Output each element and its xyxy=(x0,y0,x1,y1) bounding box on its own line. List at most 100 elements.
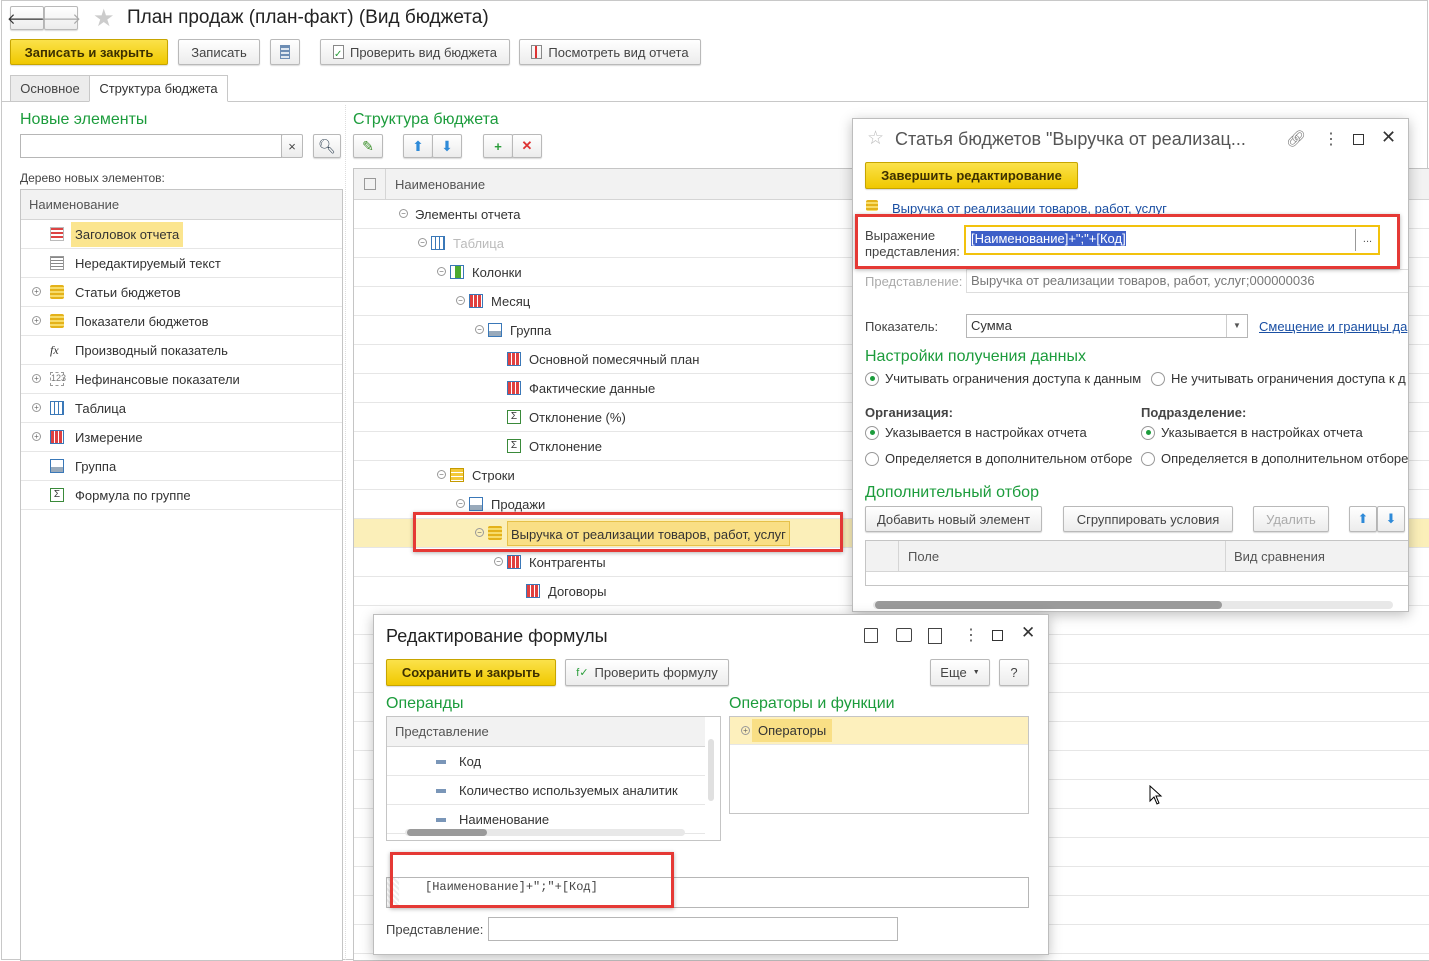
expand-icon[interactable]: + xyxy=(32,287,41,296)
collapse-icon[interactable]: − xyxy=(437,470,446,479)
scrollbar-thumb[interactable] xyxy=(875,601,1222,609)
expand-icon[interactable]: + xyxy=(32,374,41,383)
tree-item-label: Контрагенты xyxy=(529,555,606,570)
link-icon[interactable]: 🔗︎ xyxy=(1286,129,1306,149)
radio-dep-report-settings[interactable]: Указывается в настройках отчета xyxy=(1141,425,1363,440)
radio-dep-extra-filter[interactable]: Определяется в дополнительном отборе xyxy=(1141,451,1408,466)
add-element-button[interactable]: + xyxy=(483,134,513,158)
scrollbar-thumb[interactable] xyxy=(407,829,487,836)
tree-row[interactable]: Заголовок отчета xyxy=(21,220,342,249)
close-icon[interactable]: ✕ xyxy=(1021,623,1035,643)
chevron-down-icon: ▼ xyxy=(972,669,980,676)
back-button[interactable]: 🡐 xyxy=(7,6,47,30)
edit-button[interactable]: ✎ xyxy=(353,134,383,158)
collapse-icon[interactable]: − xyxy=(475,325,484,334)
clear-search-button[interactable]: × xyxy=(281,134,303,158)
collapse-icon[interactable]: − xyxy=(418,238,427,247)
grid-icon xyxy=(507,555,521,569)
tab-budget-structure[interactable]: Структура бюджета xyxy=(89,75,228,102)
add-new-element-button[interactable]: Добавить новый элемент xyxy=(865,506,1042,532)
filter-icon[interactable] xyxy=(354,169,386,199)
highlight-formula xyxy=(390,852,674,908)
expand-icon[interactable]: + xyxy=(32,403,41,412)
tree-row[interactable]: + Таблица xyxy=(21,394,342,423)
close-icon[interactable]: ✕ xyxy=(1381,127,1396,148)
representation-input[interactable] xyxy=(488,917,898,941)
favorite-star-icon[interactable]: ☆ xyxy=(867,127,884,150)
forward-button[interactable]: 🡒 xyxy=(40,6,82,30)
save-icon[interactable] xyxy=(864,628,878,643)
collapse-icon[interactable]: − xyxy=(494,557,503,566)
tree-row[interactable]: Σ Формула по группе xyxy=(21,481,342,510)
department-label: Подразделение: xyxy=(1141,405,1247,420)
move-down-button[interactable]: ⬇ xyxy=(432,134,462,158)
expand-icon[interactable]: + xyxy=(741,726,750,735)
number-icon: 123 xyxy=(50,372,66,386)
radio-ignore-access[interactable]: Не учитывать ограничения доступа к д xyxy=(1151,371,1406,386)
collapse-icon[interactable]: − xyxy=(399,209,408,218)
tree-row[interactable]: + Показатели бюджетов xyxy=(21,307,342,336)
radio-label: Учитывать ограничения доступа к данным xyxy=(885,371,1142,386)
grid-icon xyxy=(469,294,483,308)
delete-button[interactable]: Удалить xyxy=(1253,506,1329,532)
delete-element-button[interactable]: ✕ xyxy=(512,134,542,158)
arrow-right-icon: 🡒 xyxy=(40,10,82,28)
expand-icon[interactable]: + xyxy=(32,316,41,325)
view-report-button[interactable]: Посмотреть вид отчета xyxy=(519,39,701,65)
preview-icon[interactable] xyxy=(928,628,942,644)
column-header-name[interactable]: Наименование xyxy=(21,190,342,220)
operand-row[interactable]: Код xyxy=(387,747,705,776)
column-header-field[interactable]: Поле xyxy=(899,549,1225,564)
tree-row[interactable]: + Измерение xyxy=(21,423,342,452)
group-conditions-button[interactable]: Сгруппировать условия xyxy=(1063,506,1233,532)
splitter[interactable] xyxy=(345,105,346,960)
finish-editing-button[interactable]: Завершить редактирование xyxy=(865,162,1078,189)
column-header-comparison[interactable]: Вид сравнения xyxy=(1225,541,1325,571)
fx-icon: fx xyxy=(50,343,59,357)
collapse-icon[interactable]: − xyxy=(456,296,465,305)
save-button[interactable]: Записать xyxy=(178,39,260,65)
search-input[interactable] xyxy=(20,134,282,158)
save-and-close-button[interactable]: Записать и закрыть xyxy=(10,39,168,65)
move-down-button[interactable]: ⬇ xyxy=(1377,506,1405,532)
tree-row[interactable]: fx Производный показатель xyxy=(21,336,342,365)
more-menu-icon[interactable]: ⋮ xyxy=(963,625,979,645)
tab-main[interactable]: Основное xyxy=(10,75,90,102)
collapse-icon[interactable]: − xyxy=(437,267,446,276)
move-up-button[interactable]: ⬆ xyxy=(403,134,433,158)
check-formula-button[interactable]: f✓ Проверить формулу xyxy=(565,659,729,686)
maximize-icon[interactable] xyxy=(1353,134,1364,145)
tree-item-label: Операторы xyxy=(752,719,833,742)
radio-respect-access[interactable]: Учитывать ограничения доступа к данным xyxy=(865,371,1141,386)
indicator-select[interactable]: Сумма xyxy=(966,314,1248,338)
tree-row[interactable]: Группа xyxy=(21,452,342,481)
chevron-down-icon[interactable]: ▼ xyxy=(1226,315,1247,337)
save-and-close-button[interactable]: Сохранить и закрыть xyxy=(386,659,556,686)
move-up-button[interactable]: ⬆ xyxy=(1349,506,1377,532)
search-button[interactable]: 🔍︎ xyxy=(313,134,341,158)
more-menu-icon[interactable]: ⋮ xyxy=(1323,129,1339,149)
tree-row[interactable]: Нередактируемый текст xyxy=(21,249,342,278)
tree-row[interactable]: + Операторы xyxy=(730,717,1028,745)
print-icon[interactable] xyxy=(896,628,912,642)
favorite-star-icon[interactable]: ★ xyxy=(93,4,115,33)
tree-item-label: Нередактируемый текст xyxy=(75,256,221,271)
column-header-representation[interactable]: Представление xyxy=(387,717,705,747)
vertical-scrollbar[interactable] xyxy=(708,739,714,801)
expand-icon[interactable]: + xyxy=(32,432,41,441)
search-icon: 🔍︎ xyxy=(318,137,336,154)
list-button[interactable] xyxy=(270,39,300,65)
tree-row[interactable]: +123 Нефинансовые показатели xyxy=(21,365,342,394)
column-header-name[interactable]: Наименование xyxy=(386,177,485,192)
offset-bounds-link[interactable]: Смещение и границы да xyxy=(1259,319,1407,334)
operand-row[interactable]: Количество используемых аналитик xyxy=(387,776,705,805)
more-button[interactable]: Еще ▼ xyxy=(930,659,990,686)
check-budget-button[interactable]: ✓ Проверить вид бюджета xyxy=(320,39,510,65)
radio-org-extra-filter[interactable]: Определяется в дополнительном отборе xyxy=(865,451,1132,466)
maximize-icon[interactable] xyxy=(992,630,1003,641)
radio-org-report-settings[interactable]: Указывается в настройках отчета xyxy=(865,425,1087,440)
operators-title: Операторы и функции xyxy=(729,695,895,712)
help-button[interactable]: ? xyxy=(999,659,1029,686)
tree-row[interactable]: + Статьи бюджетов xyxy=(21,278,342,307)
collapse-icon[interactable]: − xyxy=(456,499,465,508)
